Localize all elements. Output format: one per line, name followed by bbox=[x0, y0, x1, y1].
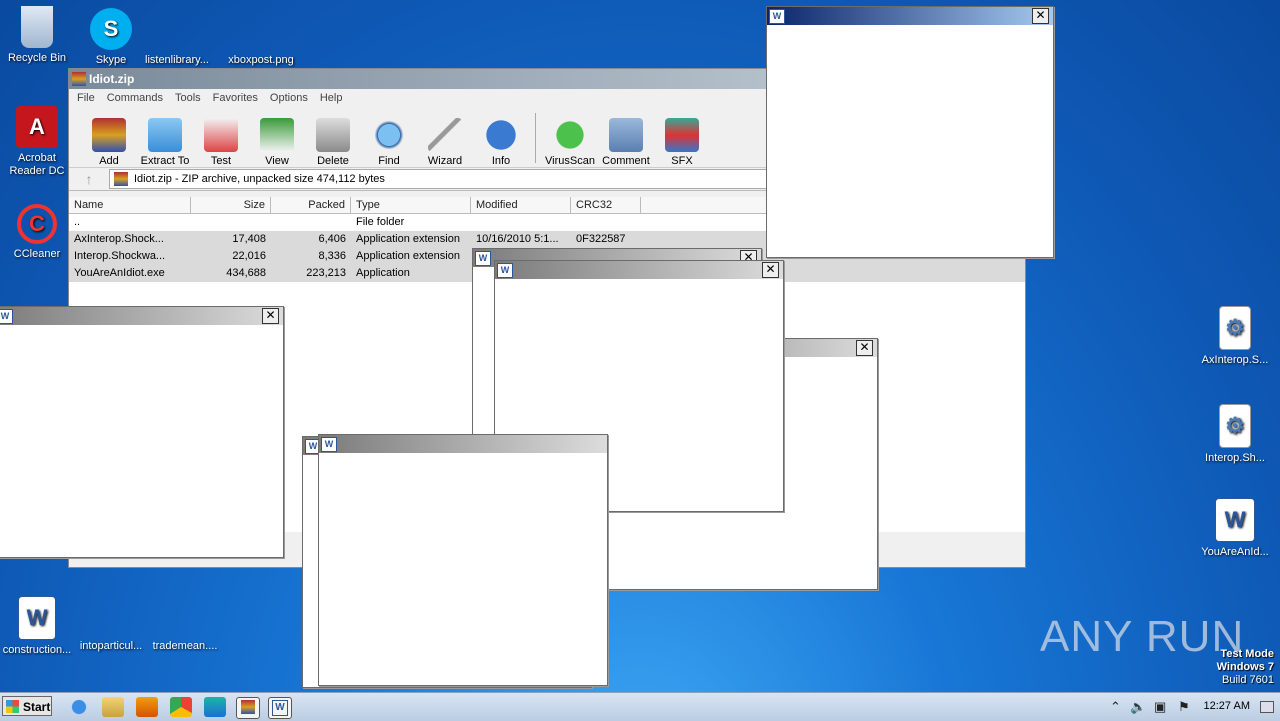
sfx-button[interactable]: SFX bbox=[654, 118, 710, 167]
word-document-icon: W bbox=[18, 596, 56, 640]
ie-icon[interactable] bbox=[68, 697, 90, 717]
view-button[interactable]: View bbox=[249, 118, 305, 167]
comment-icon bbox=[609, 118, 643, 152]
desktop-icon-axinterop[interactable]: ⚙ AxInterop.S... bbox=[1198, 306, 1272, 367]
menu-tools[interactable]: Tools bbox=[169, 89, 207, 109]
magnifier-icon bbox=[372, 118, 406, 152]
menu-options[interactable]: Options bbox=[264, 89, 314, 109]
word-taskbar-icon[interactable]: W bbox=[268, 697, 292, 719]
clock[interactable]: 12:27 AM bbox=[1204, 700, 1250, 712]
book-icon bbox=[260, 118, 294, 152]
recycle-bin-icon bbox=[21, 6, 53, 48]
info-button[interactable]: Info bbox=[473, 118, 529, 167]
word-icon: W bbox=[769, 9, 785, 24]
network-icon[interactable]: ▣ bbox=[1154, 699, 1166, 715]
popup-titlebar[interactable]: W bbox=[319, 435, 607, 453]
edge-icon[interactable] bbox=[204, 697, 226, 717]
column-name[interactable]: Name bbox=[69, 197, 191, 213]
image-file-icon bbox=[240, 26, 282, 50]
anyrun-watermark: ANY RUN bbox=[1040, 612, 1245, 661]
find-button[interactable]: Find bbox=[361, 118, 417, 167]
acrobat-icon: A bbox=[16, 106, 58, 148]
winrar-taskbar-icon[interactable] bbox=[236, 697, 260, 719]
info-icon bbox=[484, 118, 518, 152]
delete-button[interactable]: Delete bbox=[305, 118, 361, 167]
skype-icon: S bbox=[90, 8, 132, 50]
trash-icon bbox=[316, 118, 350, 152]
column-size[interactable]: Size bbox=[191, 197, 271, 213]
desktop-icon-intoparticul[interactable]: intoparticul... bbox=[74, 620, 148, 653]
popup-window[interactable]: W bbox=[318, 434, 608, 686]
word-icon: W bbox=[0, 309, 13, 324]
explorer-icon[interactable] bbox=[102, 697, 124, 717]
dll-gear-icon: ⚙ bbox=[1219, 404, 1251, 448]
winrar-icon bbox=[72, 72, 86, 86]
extract-to-button[interactable]: Extract To bbox=[137, 118, 193, 167]
show-hidden-icons-icon[interactable]: ⌃ bbox=[1110, 699, 1121, 715]
word-icon: W bbox=[497, 263, 513, 278]
column-modified[interactable]: Modified bbox=[471, 197, 571, 213]
close-button[interactable]: ✕ bbox=[856, 340, 873, 356]
wizard-button[interactable]: Wizard bbox=[417, 118, 473, 167]
close-button[interactable]: ✕ bbox=[1032, 8, 1049, 24]
desktop-icon-construction[interactable]: W construction... bbox=[0, 596, 74, 657]
desktop-icon-ccleaner[interactable]: C CCleaner bbox=[0, 204, 74, 261]
popup-titlebar[interactable]: W ✕ bbox=[0, 307, 283, 325]
desktop-icon-interop[interactable]: ⚙ Interop.Sh... bbox=[1198, 404, 1272, 465]
menu-favorites[interactable]: Favorites bbox=[207, 89, 264, 109]
menu-file[interactable]: File bbox=[71, 89, 101, 109]
popup-window[interactable]: W ✕ bbox=[766, 6, 1054, 258]
file-icon bbox=[156, 26, 198, 50]
sfx-archive-icon bbox=[665, 118, 699, 152]
close-button[interactable]: ✕ bbox=[762, 262, 779, 278]
popup-window[interactable]: W ✕ bbox=[0, 306, 284, 558]
comment-button[interactable]: Comment bbox=[598, 118, 654, 167]
desktop-icon-acrobat[interactable]: A Acrobat Reader DC bbox=[0, 106, 74, 178]
magic-wand-icon bbox=[428, 118, 462, 152]
desktop-icon-listenlibrary[interactable]: listenlibrary... bbox=[140, 26, 214, 67]
media-player-icon[interactable] bbox=[136, 697, 158, 717]
desktop-icon-trademean[interactable]: trademean.... bbox=[148, 620, 222, 653]
file-icon bbox=[164, 620, 206, 636]
bug-icon bbox=[553, 118, 587, 152]
show-desktop-button[interactable] bbox=[1260, 701, 1274, 713]
virusscan-button[interactable]: VirusScan bbox=[542, 118, 598, 167]
word-icon: W bbox=[321, 437, 337, 452]
popup-titlebar[interactable]: W ✕ bbox=[495, 261, 783, 279]
toolbar-separator bbox=[535, 113, 536, 163]
add-button[interactable]: Add bbox=[81, 118, 137, 167]
column-type[interactable]: Type bbox=[351, 197, 471, 213]
up-arrow-icon[interactable]: ↑ bbox=[69, 171, 109, 187]
menu-help[interactable]: Help bbox=[314, 89, 349, 109]
clipboard-check-icon bbox=[204, 118, 238, 152]
zip-icon bbox=[114, 172, 128, 186]
word-document-icon: W bbox=[1215, 498, 1255, 542]
close-button[interactable]: ✕ bbox=[262, 308, 279, 324]
action-center-flag-icon[interactable]: ⚑ bbox=[1178, 699, 1190, 715]
menu-commands[interactable]: Commands bbox=[101, 89, 169, 109]
folder-icon bbox=[148, 118, 182, 152]
desktop-icon-recycle-bin[interactable]: Recycle Bin bbox=[0, 6, 74, 65]
windows-logo-icon bbox=[6, 700, 19, 713]
dll-gear-icon: ⚙ bbox=[1219, 306, 1251, 350]
volume-icon[interactable]: 🔈 bbox=[1130, 699, 1146, 715]
ccleaner-icon: C bbox=[17, 204, 57, 244]
start-button[interactable]: Start bbox=[2, 696, 52, 716]
desktop-icon-youareanidiot[interactable]: W YouAreAnId... bbox=[1198, 498, 1272, 559]
add-archive-icon bbox=[92, 118, 126, 152]
popup-titlebar[interactable]: W ✕ bbox=[767, 7, 1053, 25]
file-icon bbox=[90, 620, 132, 636]
test-button[interactable]: Test bbox=[193, 118, 249, 167]
chrome-icon[interactable] bbox=[170, 697, 192, 717]
desktop-icon-xboxpost[interactable]: xboxpost.png bbox=[224, 26, 298, 67]
taskbar: Start W ⌃ 🔈 ▣ ⚑ 12:27 AM bbox=[0, 692, 1280, 721]
word-icon: W bbox=[475, 251, 491, 266]
column-packed[interactable]: Packed bbox=[271, 197, 351, 213]
desktop-icon-skype[interactable]: S Skype bbox=[74, 8, 148, 67]
test-mode-notice: Test Mode Windows 7 Build 7601 bbox=[1216, 648, 1274, 686]
column-crc32[interactable]: CRC32 bbox=[571, 197, 641, 213]
